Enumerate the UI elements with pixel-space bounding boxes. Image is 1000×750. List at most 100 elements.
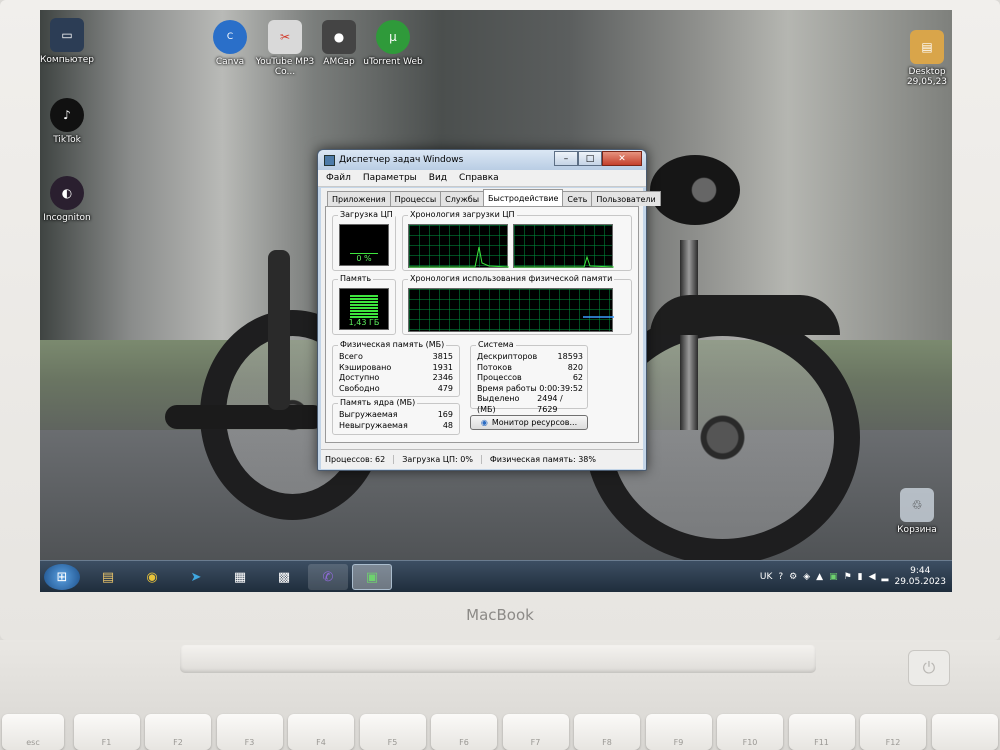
taskbar-task-manager[interactable]: ▣ (352, 564, 392, 590)
flag-icon[interactable]: ⚑ (844, 572, 852, 582)
menu-help[interactable]: Справка (459, 173, 499, 183)
kernel-memory-title: Память ядра (МБ) (338, 398, 418, 407)
taskbar-chrome[interactable]: ◉ (132, 564, 172, 590)
status-cpu: Загрузка ЦП: 0% (402, 455, 482, 464)
settings-icon[interactable]: ⚙ (789, 572, 797, 582)
key-f1[interactable]: F1 (73, 714, 140, 750)
window-titlebar[interactable]: Диспетчер задач Windows – □ ✕ (318, 150, 646, 170)
key-f7[interactable]: F7 (502, 714, 569, 750)
desktop-icon-label: Incogniton (43, 213, 91, 223)
tab-processes[interactable]: Процессы (389, 191, 442, 206)
key-f9[interactable]: F9 (645, 714, 712, 750)
stat-value: 479 (437, 383, 453, 393)
system-group: Система Дескрипторов 18593 Потоков 820 Про… (470, 340, 588, 414)
desktop-icon-desktop-folder[interactable]: ▤ Desktop 29,05,23 (892, 30, 952, 87)
help-icon[interactable]: ? (778, 572, 783, 582)
stat-value: 820 (567, 362, 583, 372)
resource-monitor-button[interactable]: ◉ Монитор ресурсов... (470, 415, 588, 430)
task-manager-icon (324, 154, 335, 166)
start-button[interactable]: ⊞ (44, 564, 80, 590)
tiktok-icon: ♪ (50, 98, 84, 132)
taskbar-telegram[interactable]: ➤ (176, 564, 216, 590)
taskbar: ⊞ ▤ ◉ ➤ ▦ ▩ ✆ ▣ UK ? ⚙ ◈ ▲ ▣ ⚑ ▮ ◀ ▂ 9:4… (40, 560, 952, 592)
key-f3[interactable]: F3 (216, 714, 283, 750)
stat-key: Кэшировано (339, 362, 392, 372)
key-eject[interactable] (931, 714, 998, 750)
system-title: Система (476, 340, 516, 349)
stat-key: Доступно (339, 373, 380, 383)
stat-key: Невыгружаемая (339, 420, 408, 430)
language-indicator[interactable]: UK (760, 572, 773, 582)
memory-history-label: Хронология использования физической памя… (408, 274, 615, 283)
window-body: Приложения Процессы Службы Быстродействи… (321, 188, 661, 469)
calculator-icon: ▩ (277, 569, 291, 585)
key-f4[interactable]: F4 (288, 714, 354, 750)
volume-icon[interactable]: ◀ (869, 572, 876, 582)
motorcycle-exhaust (165, 405, 325, 429)
cpu-history-graph-core2 (513, 224, 615, 268)
stat-value: 62 (572, 373, 583, 383)
key-f10[interactable]: F10 (717, 714, 783, 750)
tab-strip: Приложения Процессы Службы Быстродействи… (327, 189, 661, 206)
desktop-icon-label: AMCap (323, 57, 355, 67)
power-button[interactable]: ⏻ (908, 650, 950, 686)
taskbar-explorer[interactable]: ▤ (88, 564, 128, 590)
memory-history-group: Хронология использования физической памя… (402, 274, 632, 335)
desktop-icon-computer[interactable]: ▭ Компьютер (40, 18, 102, 65)
physical-memory-group: Физическая память (МБ) Всего 3815 Кэширов… (332, 340, 460, 397)
desktop-icon-utorrent[interactable]: µ uTorrent Web (358, 20, 428, 67)
cpu-meter: 0 % (339, 224, 389, 266)
task-manager-window[interactable]: Диспетчер задач Windows – □ ✕ Файл Парам… (317, 149, 661, 471)
battery-icon[interactable]: ▮ (858, 572, 863, 582)
stat-row: Процессов 62 (477, 373, 583, 384)
close-icon: ✕ (618, 153, 626, 164)
maximize-icon: □ (585, 153, 595, 164)
tab-services[interactable]: Службы (440, 191, 485, 206)
maximize-button[interactable]: □ (578, 151, 602, 166)
desktop-icon-incogniton[interactable]: ◐ Incogniton (40, 176, 102, 223)
key-f8[interactable]: F8 (574, 714, 640, 750)
desktop-icon-tiktok[interactable]: ♪ TikTok (40, 98, 102, 145)
telegram-icon: ➤ (190, 569, 202, 585)
stat-key: Свободно (339, 383, 380, 393)
monitor-tray-icon[interactable]: ▣ (829, 572, 838, 582)
desktop-icon-label: Desktop (908, 67, 946, 77)
tab-users[interactable]: Пользователи (591, 191, 661, 206)
key-f6[interactable]: F6 (431, 714, 497, 750)
taskbar-viber[interactable]: ✆ (308, 564, 348, 590)
key-esc[interactable]: esc (2, 714, 64, 750)
power-icon: ⏻ (922, 658, 936, 677)
key-f5[interactable]: F5 (359, 714, 426, 750)
screen: ▭ Компьютер ♪ TikTok ◐ Incogniton C Canv… (40, 10, 952, 592)
stat-row: Невыгружаемая 48 (339, 421, 453, 432)
clock[interactable]: 9:44 29.05.2023 (894, 566, 946, 588)
motorcycle-headlight (650, 155, 740, 225)
tab-network[interactable]: Сеть (562, 191, 593, 206)
minimize-button[interactable]: – (554, 151, 578, 166)
app-tray-icon[interactable]: ◈ (803, 572, 810, 582)
tab-performance[interactable]: Быстродействие (483, 189, 564, 206)
stat-row: Кэшировано 1931 (339, 363, 453, 374)
key-f2[interactable]: F2 (145, 714, 211, 750)
network-icon[interactable]: ▂ (882, 572, 889, 582)
desktop-icon-label: uTorrent Web (363, 57, 423, 67)
performance-panel: Загрузка ЦП 0 % Хронология загрузки ЦП П… (325, 206, 639, 443)
menu-view[interactable]: Вид (429, 173, 447, 183)
taskbar-notes[interactable]: ▦ (220, 564, 260, 590)
tab-applications[interactable]: Приложения (327, 191, 391, 206)
stat-key: Выгружаемая (339, 410, 398, 419)
status-memory: Физическая память: 38% (489, 455, 596, 464)
memory-group: Память 1,43 ГБ (332, 274, 396, 335)
key-f11[interactable]: F11 (788, 714, 855, 750)
desktop-icon-recycle-bin[interactable]: ♲ Корзина (882, 488, 952, 535)
show-hidden-icons-icon[interactable]: ▲ (816, 572, 823, 582)
menu-file[interactable]: Файл (326, 173, 351, 183)
close-button[interactable]: ✕ (602, 151, 642, 166)
menu-options[interactable]: Параметры (363, 173, 417, 183)
system-table: Дескрипторов 18593 Потоков 820 Процессов 62… (477, 352, 583, 416)
status-bar: Процессов: 62 Загрузка ЦП: 0% Физическая… (321, 449, 643, 469)
cpu-history-group: Хронология загрузки ЦП (402, 210, 632, 271)
taskbar-calculator[interactable]: ▩ (264, 564, 304, 590)
motorcycle-fender (650, 295, 840, 335)
key-f12[interactable]: F12 (860, 714, 926, 750)
